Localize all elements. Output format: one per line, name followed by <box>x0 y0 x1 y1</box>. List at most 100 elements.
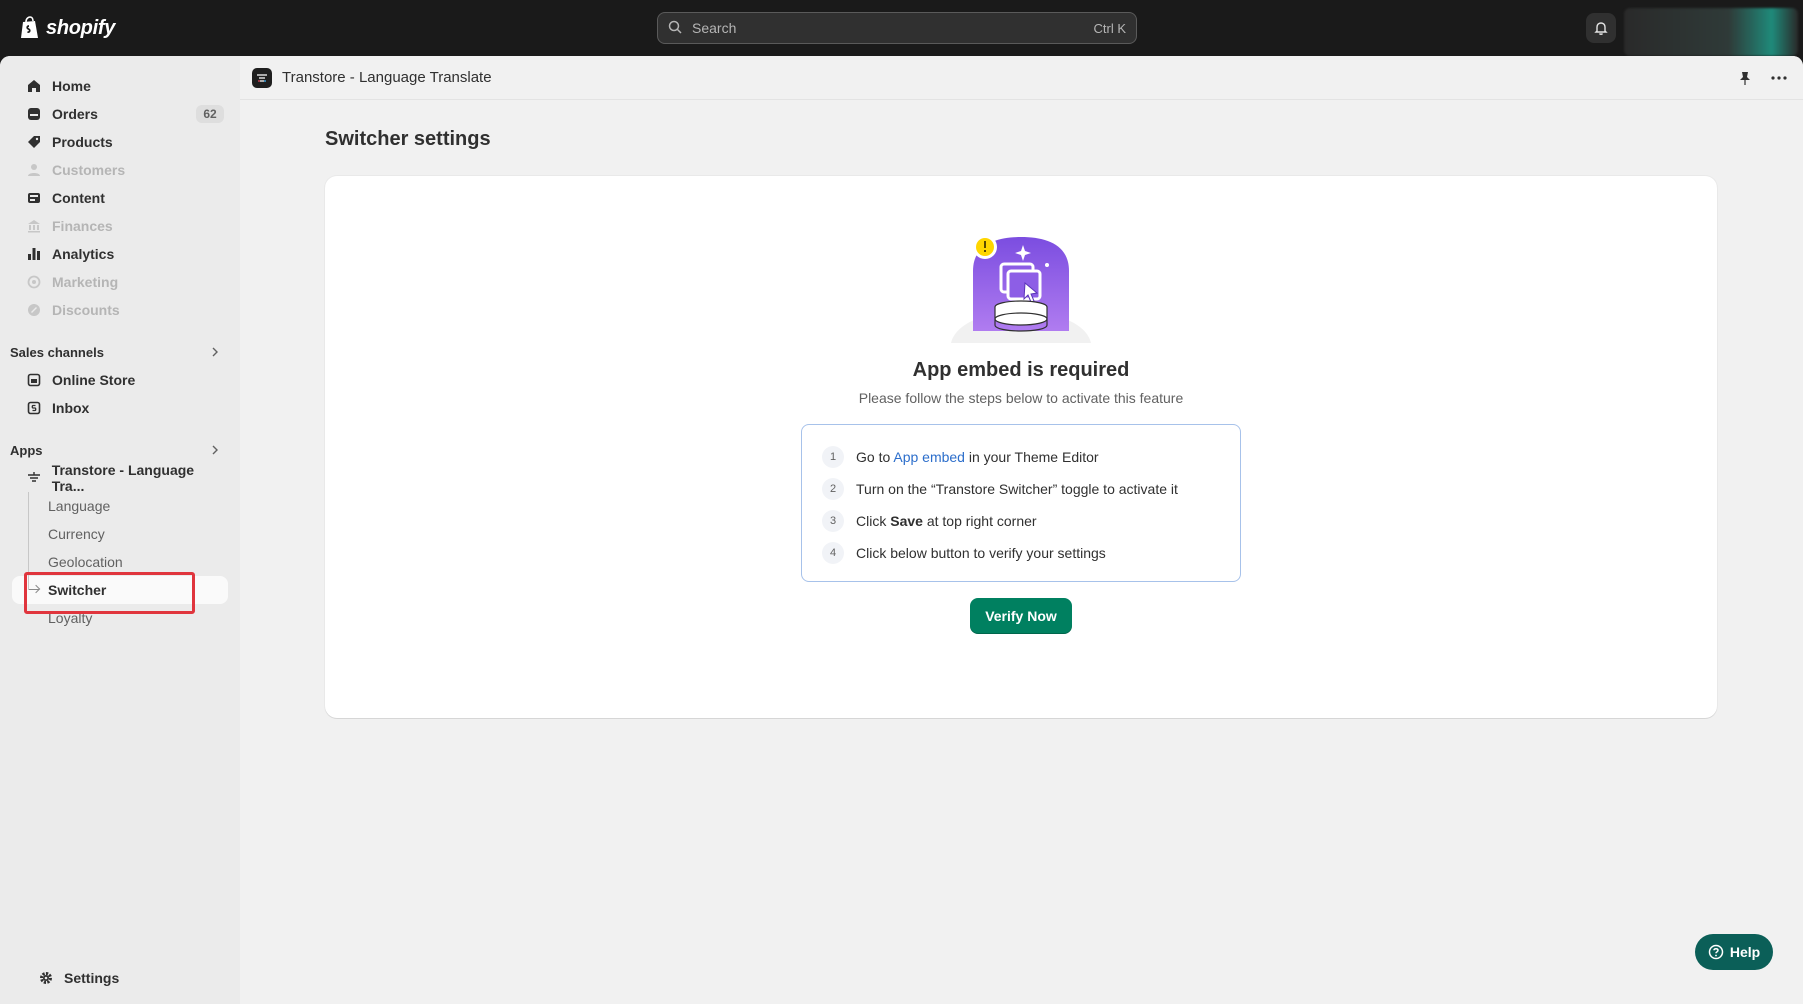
sidebar-item-label: Customers <box>52 162 126 178</box>
step-text: Click below button to verify your settin… <box>856 545 1106 561</box>
step-number: 2 <box>822 478 844 500</box>
inbox-icon <box>24 398 44 418</box>
app-embed-link[interactable]: App embed <box>893 449 965 465</box>
header-actions <box>1735 68 1789 88</box>
shopify-bag-icon <box>21 16 38 38</box>
card-subtitle: Please follow the steps below to activat… <box>858 390 1184 406</box>
sidebar-item-transtore-app[interactable]: Transtore - Language Tra... <box>12 462 228 494</box>
sidebar-item-customers[interactable]: Customers <box>12 156 228 184</box>
sidebar-item-products[interactable]: Products <box>12 128 228 156</box>
sidebar-item-label: Orders <box>52 106 98 122</box>
sidebar-item-content[interactable]: Content <box>12 184 228 212</box>
discount-icon <box>24 300 44 320</box>
tree-line <box>28 548 29 576</box>
help-icon <box>1708 944 1724 960</box>
tree-line <box>28 492 29 520</box>
sidebar-item-marketing[interactable]: Marketing <box>12 268 228 296</box>
step-number: 3 <box>822 510 844 532</box>
step-text: Turn on the “Transtore Switcher” toggle … <box>856 481 1178 497</box>
tree-line <box>28 520 29 548</box>
sidebar-subitem-switcher[interactable]: Switcher <box>12 576 228 604</box>
tree-arrow-icon <box>29 589 39 590</box>
sidebar-item-label: Analytics <box>52 246 115 262</box>
sidebar-item-label: Discounts <box>52 302 120 318</box>
sidebar-item-orders[interactable]: Orders 62 <box>12 100 228 128</box>
step-number: 1 <box>822 446 844 468</box>
step-item: 4 Click below button to verify your sett… <box>822 537 1220 569</box>
sidebar-subitem-label: Loyalty <box>48 610 93 626</box>
orders-count-badge: 62 <box>196 105 224 123</box>
sales-channels-label: Sales channels <box>10 344 104 360</box>
sidebar-subitem-label: Language <box>48 498 111 514</box>
sidebar-subitem-loyalty[interactable]: Loyalty <box>12 604 228 632</box>
brand-name: shopify <box>46 16 116 39</box>
sidebar-subitem-label: Switcher <box>48 582 107 598</box>
sidebar-subitem-label: Currency <box>48 526 105 542</box>
chevron-right-icon <box>208 443 222 457</box>
app-embed-illustration <box>951 235 1091 343</box>
verify-now-button[interactable]: Verify Now <box>970 598 1072 634</box>
page-title: Switcher settings <box>325 128 491 150</box>
tree-line <box>28 576 29 590</box>
sidebar-item-label: Settings <box>64 970 120 986</box>
sidebar-item-label: Products <box>52 134 113 150</box>
content-icon <box>24 188 44 208</box>
sales-channels-header[interactable]: Sales channels <box>10 338 228 366</box>
top-bar: shopify Search Ctrl K <box>0 0 1803 56</box>
main-content: Switcher settings App embed is required … <box>240 100 1803 1004</box>
shopify-logo[interactable]: shopify <box>20 13 115 43</box>
home-icon <box>24 76 44 96</box>
person-icon <box>24 160 44 180</box>
sidebar-item-label: Marketing <box>52 274 119 290</box>
gear-icon <box>36 968 56 988</box>
bank-icon <box>24 216 44 236</box>
orders-icon <box>24 104 44 124</box>
apps-label: Apps <box>10 442 43 458</box>
search-placeholder: Search <box>692 20 737 36</box>
sidebar-item-label: Online Store <box>52 372 136 388</box>
app-header: Transtore - Language Translate <box>240 56 1803 100</box>
transtore-app-icon <box>252 67 272 88</box>
help-label: Help <box>1729 944 1761 960</box>
sidebar-item-online-store[interactable]: Online Store <box>12 366 228 394</box>
tag-icon <box>24 132 44 152</box>
more-options-icon[interactable] <box>1769 68 1789 88</box>
bar-chart-icon <box>24 244 44 264</box>
steps-list: 1 Go to App embed in your Theme Editor 2… <box>801 424 1241 582</box>
sidebar-item-inbox[interactable]: Inbox <box>12 394 228 422</box>
search-icon <box>668 20 684 36</box>
apps-header[interactable]: Apps <box>10 436 228 464</box>
sidebar-item-home[interactable]: Home <box>12 72 228 100</box>
step-item: 3 Click Save at top right corner <box>822 505 1220 537</box>
notifications-button[interactable] <box>1586 13 1616 43</box>
sidebar-item-discounts[interactable]: Discounts <box>12 296 228 324</box>
step-item: 2 Turn on the “Transtore Switcher” toggl… <box>822 473 1220 505</box>
step-text: Click Save at top right corner <box>856 513 1037 529</box>
account-menu[interactable] <box>1624 8 1798 56</box>
help-button[interactable]: Help <box>1695 934 1773 970</box>
sidebar-subitem-language[interactable]: Language <box>12 492 228 520</box>
sidebar-item-label: Finances <box>52 218 113 234</box>
store-icon <box>24 370 44 390</box>
step-text: Go to App embed in your Theme Editor <box>856 449 1099 465</box>
sidebar-subitem-label: Geolocation <box>48 554 123 570</box>
sidebar: Home Orders 62 Products Customers Conten… <box>0 56 240 1004</box>
admin-frame: Home Orders 62 Products Customers Conten… <box>0 56 1803 1004</box>
sidebar-subitem-currency[interactable]: Currency <box>12 520 228 548</box>
bell-icon <box>1594 22 1608 35</box>
app-title: Transtore - Language Translate <box>282 69 492 86</box>
sidebar-item-settings[interactable]: Settings <box>24 964 240 992</box>
sidebar-item-finances[interactable]: Finances <box>12 212 228 240</box>
card-title: App embed is required <box>912 359 1130 381</box>
translate-app-icon <box>24 468 44 488</box>
sidebar-item-analytics[interactable]: Analytics <box>12 240 228 268</box>
sidebar-subitem-geolocation[interactable]: Geolocation <box>12 548 228 576</box>
chevron-right-icon <box>208 345 222 359</box>
sidebar-item-label: Home <box>52 78 91 94</box>
step-number: 4 <box>822 542 844 564</box>
pin-icon[interactable] <box>1735 68 1755 88</box>
search-shortcut: Ctrl K <box>1093 20 1127 36</box>
search-bar[interactable]: Search Ctrl K <box>657 12 1137 44</box>
app-embed-card: App embed is required Please follow the … <box>325 176 1717 718</box>
sidebar-item-label: Transtore - Language Tra... <box>51 462 195 494</box>
